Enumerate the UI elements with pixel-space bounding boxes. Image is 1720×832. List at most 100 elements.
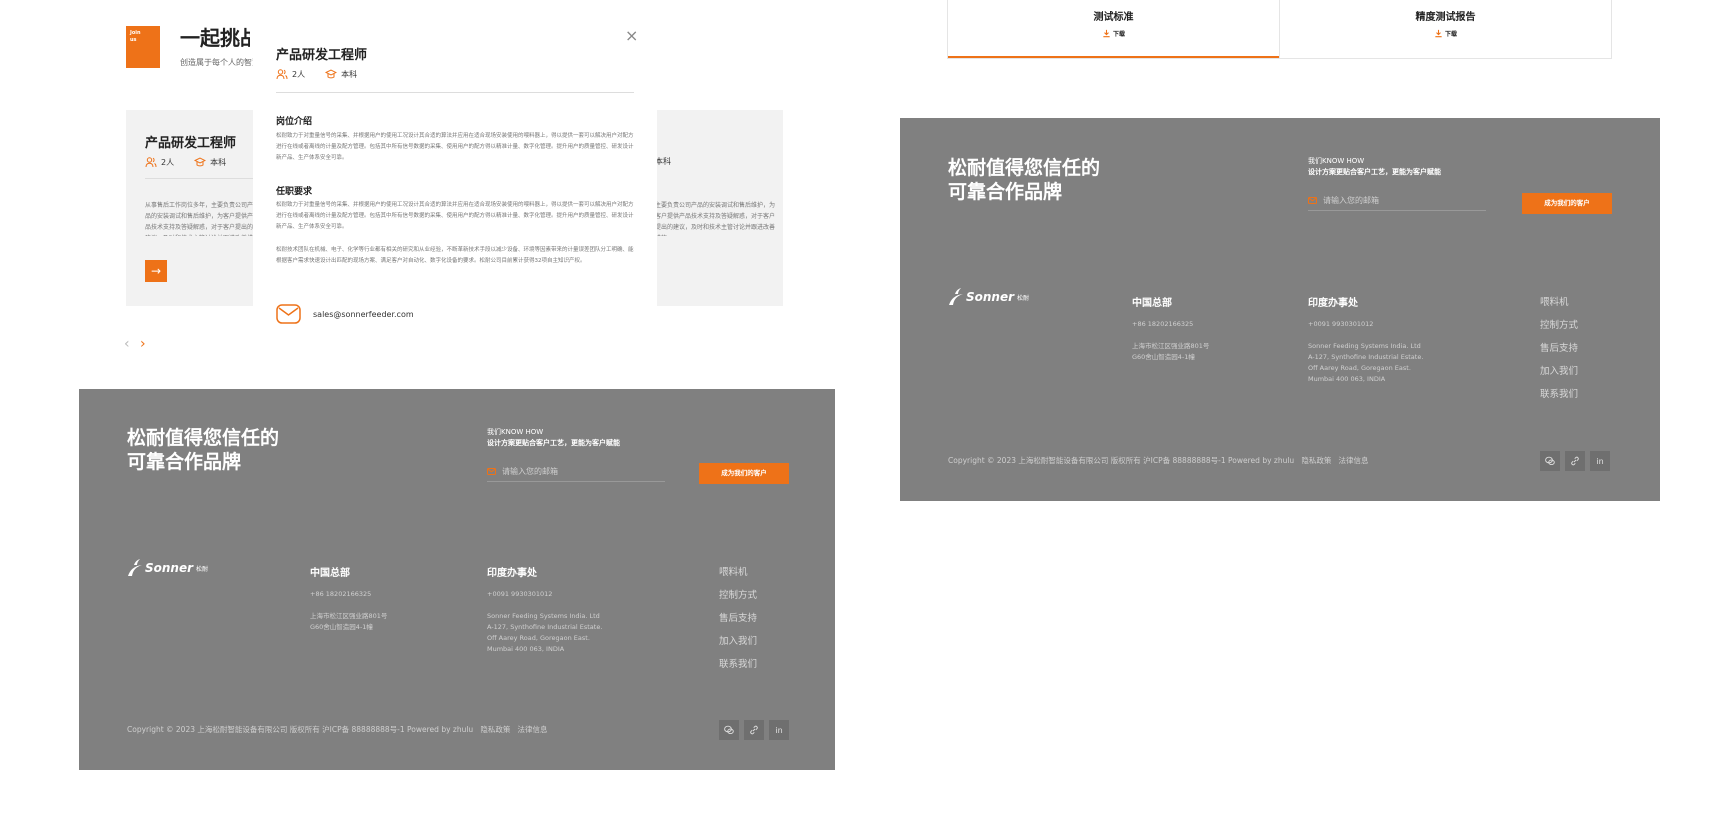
join-badge-line1: Join — [130, 30, 141, 36]
tab-accuracy-report[interactable]: 精度测试报告 下载 — [1279, 0, 1611, 58]
brand-line-2: 可靠合作品牌 — [127, 451, 242, 473]
footer-nav-feeder[interactable]: 喂料机 — [719, 564, 757, 578]
job-right-description: 主要负责公司产品的安装调试和售后维护，为客户提供产品技术支持及答疑解惑，对于客户… — [655, 202, 775, 236]
footer-nav-support[interactable]: 售后支持 — [1540, 340, 1578, 354]
footer-nav-control[interactable]: 控制方式 — [1540, 317, 1578, 331]
email-field[interactable] — [1308, 191, 1486, 211]
tab-accuracy-report-label: 精度测试报告 — [1415, 12, 1476, 23]
footer-knowhow: 我们KNOW HOW 设计方案更贴合客户工艺，更能为客户赋能 — [487, 427, 620, 449]
sonner-logo-mark — [949, 288, 963, 305]
link-icon[interactable] — [744, 720, 764, 740]
join-subtitle: 创造属于每个人的智慧 — [180, 58, 256, 67]
privacy-link[interactable]: 隐私政策 — [480, 725, 510, 734]
copyright-text: Copyright © 2023 上海松耐智能设备有限公司 版权所有 沪ICP备… — [127, 725, 474, 734]
copyright-text: Copyright © 2023 上海松耐智能设备有限公司 版权所有 沪ICP备… — [948, 456, 1295, 465]
hq-address-line-1: 上海市松江区强业路801号 — [310, 612, 388, 620]
wechat-icon[interactable] — [719, 720, 739, 740]
email-input[interactable] — [502, 467, 642, 476]
intro-text: 松耐致力于对重量信号的采集、并根据用户的使用工况设计其合适的算法并应用在适合现场… — [276, 133, 634, 161]
india-address-line-1: Sonner Feeding Systems India. Ltd — [1308, 342, 1421, 350]
knowhow-line-2: 设计方案更贴合客户工艺，更能为客户赋能 — [487, 439, 620, 447]
privacy-link[interactable]: 隐私政策 — [1301, 456, 1331, 465]
sonner-logo[interactable]: Sonner 松耐 — [127, 559, 208, 577]
modal-email-address[interactable]: sales@sonnerfeeder.com — [313, 310, 414, 319]
job-detail-arrow-button[interactable]: → — [145, 260, 167, 282]
legal-link[interactable]: 法律信息 — [1339, 456, 1369, 465]
legal-link[interactable]: 法律信息 — [518, 725, 548, 734]
india-address-line-3: Off Aarey Road, Goregaon East. — [487, 634, 590, 642]
hq-phone: +86 18202166325 — [1132, 320, 1194, 328]
modal-job-title: 产品研发工程师 — [276, 48, 368, 63]
become-customer-button[interactable]: 成为我们的客户 — [1522, 193, 1612, 214]
india-address-line-2: A-127, Synthofine Industrial Estate. — [487, 623, 603, 631]
sonner-logo[interactable]: Sonner 松耐 — [948, 288, 1029, 306]
footer-nav-join[interactable]: 加入我们 — [719, 633, 757, 647]
copyright-bar: Copyright © 2023 上海松耐智能设备有限公司 版权所有 沪ICP备… — [127, 724, 548, 735]
hq-phone: +86 18202166325 — [310, 590, 372, 598]
mail-icon — [1308, 197, 1317, 204]
brand-line-1: 松耐值得您信任的 — [948, 157, 1101, 179]
hq-heading: 中国总部 — [1132, 298, 1172, 309]
tab-test-standard[interactable]: 测试标准 下载 — [948, 0, 1279, 58]
modal-divider — [276, 92, 634, 93]
hq-address-line-1: 上海市松江区强业路801号 — [1132, 342, 1210, 350]
mail-icon — [487, 468, 496, 475]
graduation-cap-icon — [325, 69, 338, 79]
footer-brand-slogan: 松耐值得您信任的 可靠合作品牌 — [127, 426, 279, 474]
logo-chinese: 松耐 — [196, 565, 209, 573]
india-address-line-2: A-127, Synthofine Industrial Estate. — [1308, 353, 1424, 361]
email-input[interactable] — [1323, 196, 1463, 205]
linkedin-icon[interactable]: in — [769, 720, 789, 740]
intro-heading: 岗位介绍 — [276, 117, 313, 127]
footer-nav-contact[interactable]: 联系我们 — [719, 656, 757, 670]
india-heading: 印度办事处 — [1308, 298, 1358, 309]
hq-address: 上海市松江区强业路801号 G60舍山智造园4-1幢 — [1132, 341, 1209, 363]
close-icon[interactable]: × — [625, 26, 638, 45]
download-link[interactable]: 下载 — [1102, 29, 1125, 38]
requirements-heading: 任职要求 — [276, 187, 313, 197]
logo-chinese: 松耐 — [1017, 294, 1030, 302]
download-icon — [1435, 29, 1442, 38]
knowhow-line-1: 我们KNOW HOW — [487, 428, 544, 436]
chevron-right-icon[interactable]: › — [140, 336, 146, 352]
social-links: in — [1540, 451, 1610, 471]
join-title: 一起挑战 — [180, 26, 250, 50]
india-phone: +0091 9930301012 — [487, 590, 553, 598]
hq-address-line-2: G60舍山智造园4-1幢 — [1132, 353, 1195, 361]
footer-nav-join[interactable]: 加入我们 — [1540, 363, 1578, 377]
logo-wordmark: Sonner — [145, 561, 194, 575]
email-field[interactable] — [487, 462, 665, 482]
footer-nav-feeder[interactable]: 喂料机 — [1540, 294, 1578, 308]
people-icon — [276, 69, 288, 80]
people-icon — [145, 157, 157, 168]
logo-wordmark: Sonner — [966, 290, 1015, 304]
link-icon[interactable] — [1565, 451, 1585, 471]
footer-knowhow: 我们KNOW HOW 设计方案更贴合客户工艺，更能为客户赋能 — [1308, 156, 1441, 178]
download-link[interactable]: 下载 — [1434, 29, 1457, 38]
footer-nav: 喂料机 控制方式 售后支持 加入我们 联系我们 — [1540, 294, 1578, 400]
job-education: 本科 — [210, 157, 227, 167]
footer: 松耐值得您信任的 可靠合作品牌 我们KNOW HOW 设计方案更贴合客户工艺，更… — [900, 118, 1660, 501]
mail-icon — [276, 304, 301, 324]
chevron-left-icon[interactable]: ‹ — [124, 336, 130, 352]
job-right-education: 本科 — [655, 157, 671, 166]
footer-nav-contact[interactable]: 联系我们 — [1540, 386, 1578, 400]
india-address-line-1: Sonner Feeding Systems India. Ltd — [487, 612, 600, 620]
footer-nav-control[interactable]: 控制方式 — [719, 587, 757, 601]
copyright-bar: Copyright © 2023 上海松耐智能设备有限公司 版权所有 沪ICP备… — [948, 455, 1369, 466]
job-title: 产品研发工程师 — [145, 136, 237, 151]
hq-address-line-2: G60舍山智造园4-1幢 — [310, 623, 373, 631]
team-text: 松耐技术团队在机械、电子、化学等行业都有相关的研究和从业经验，不断革新技术手段以… — [276, 247, 634, 264]
wechat-icon[interactable] — [1540, 451, 1560, 471]
requirements-text: 松耐致力于对重量信号的采集、并根据用户的使用工况设计其合适的算法并应用在适合现场… — [276, 202, 634, 230]
footer-nav-support[interactable]: 售后支持 — [719, 610, 757, 624]
social-links: in — [719, 720, 789, 740]
linkedin-icon[interactable]: in — [1590, 451, 1610, 471]
modal-job-meta: 2人 本科 — [276, 68, 357, 80]
brand-line-1: 松耐值得您信任的 — [127, 427, 280, 449]
download-tabs: 测试标准 下载 精度测试报告 下载 — [947, 0, 1612, 59]
modal-email[interactable]: sales@sonnerfeeder.com — [276, 304, 414, 324]
footer: 松耐值得您信任的 可靠合作品牌 我们KNOW HOW 设计方案更贴合客户工艺，更… — [79, 389, 835, 770]
become-customer-button[interactable]: 成为我们的客户 — [699, 463, 789, 484]
india-address: Sonner Feeding Systems India. Ltd A-127,… — [1308, 341, 1423, 385]
